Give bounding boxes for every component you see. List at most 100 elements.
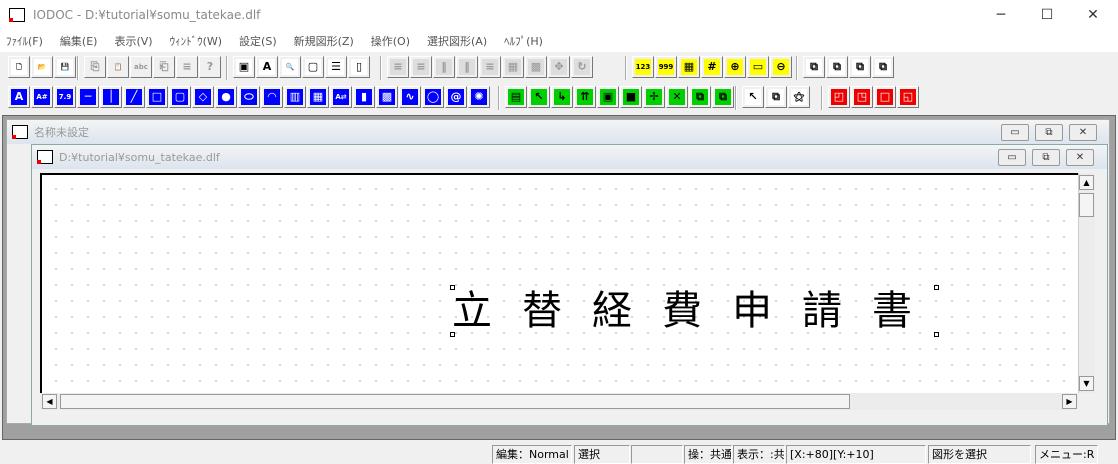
polygon-button[interactable]: ✺ <box>468 86 490 108</box>
grid-button[interactable]: # <box>701 56 723 78</box>
select-x-button[interactable]: ✕ <box>666 86 688 108</box>
digit-format-button[interactable]: 999 <box>655 56 677 78</box>
design-canvas[interactable] <box>40 173 1078 393</box>
barcode-grid-button[interactable]: ▩ <box>525 56 547 78</box>
note-window-button[interactable]: ▯ <box>348 56 370 78</box>
spell-check-button[interactable]: abc <box>130 56 152 78</box>
menu-item[interactable]: 表示(V) <box>114 33 152 49</box>
select-frame-button[interactable]: ▣ <box>597 86 619 108</box>
help-button[interactable]: ? <box>199 56 221 78</box>
copy-page-button[interactable]: ⎗ <box>153 56 175 78</box>
text-flow-button[interactable]: A⇄ <box>330 86 352 108</box>
diagonal-line-button[interactable]: ╱ <box>123 86 145 108</box>
vertical-line-button[interactable]: │ <box>100 86 122 108</box>
image-button[interactable]: ▩ <box>376 86 398 108</box>
curve-button[interactable]: ∿ <box>399 86 421 108</box>
selection-handle[interactable] <box>450 285 455 290</box>
save-button[interactable]: 💾 <box>54 56 76 78</box>
backward-red-button[interactable]: □ <box>874 86 896 108</box>
align-left-button[interactable]: ≡ <box>387 56 409 78</box>
zoom-page-button[interactable]: ▭ <box>747 56 769 78</box>
pointer-tool-button[interactable]: ↖ <box>742 86 764 108</box>
move-all-button[interactable]: ✥ <box>548 56 570 78</box>
select-move-button[interactable]: ⧉ <box>712 86 734 108</box>
menu-item[interactable]: 編集(E) <box>60 33 98 49</box>
rotate-button[interactable]: ↻ <box>571 56 593 78</box>
align-bottom-button[interactable]: ‖ <box>456 56 478 78</box>
zoom-window-button[interactable]: 🔍 <box>279 56 301 78</box>
menu-item[interactable]: 選択図形(A) <box>427 33 487 49</box>
menu-item[interactable]: 新規図形(Z) <box>294 33 354 49</box>
outer-minimize-button[interactable]: ▭ <box>1001 124 1029 141</box>
select-area-button[interactable]: ▤ <box>505 86 527 108</box>
horizontal-scroll-thumb[interactable] <box>60 394 850 409</box>
align-center-button[interactable]: ≡ <box>479 56 501 78</box>
grid-table-button[interactable]: ▦ <box>502 56 524 78</box>
align-right-button[interactable]: ≡ <box>410 56 432 78</box>
qr-code-button[interactable]: ▦ <box>307 86 329 108</box>
page-window-button[interactable]: ▢ <box>302 56 324 78</box>
number-field-button[interactable]: A# <box>31 86 53 108</box>
selection-handle[interactable] <box>450 332 455 337</box>
back-red-button[interactable]: ◱ <box>897 86 919 108</box>
menu-item[interactable]: 操作(O) <box>371 33 410 49</box>
copy-button[interactable]: ⎘ <box>84 56 106 78</box>
select-cross-button[interactable]: ✢ <box>643 86 665 108</box>
menu-item[interactable]: ｳｨﾝﾄﾞｳ(W) <box>170 33 222 49</box>
inner-restore-button[interactable]: ⧉ <box>1032 149 1060 166</box>
scroll-up-button[interactable]: ▲ <box>1079 175 1094 190</box>
rounded-rectangle-button[interactable]: ▢ <box>169 86 191 108</box>
open-folder-button[interactable]: 📂 <box>31 56 53 78</box>
insert-shape-button[interactable]: ▣ <box>233 56 255 78</box>
outer-close-button[interactable]: ✕ <box>1069 124 1097 141</box>
maximize-button[interactable]: ☐ <box>1024 0 1070 30</box>
menu-item[interactable]: ﾍﾙﾌﾟ(H) <box>504 33 543 49</box>
number-format-button[interactable]: 123 <box>632 56 654 78</box>
text-button[interactable]: A <box>8 86 30 108</box>
inner-close-button[interactable]: ✕ <box>1066 149 1094 166</box>
align-top-button[interactable]: ‖ <box>433 56 455 78</box>
scroll-left-button[interactable]: ◀ <box>42 394 57 409</box>
date-field-button[interactable]: 7.9 <box>54 86 76 108</box>
inner-minimize-button[interactable]: ▭ <box>998 149 1026 166</box>
barcode-button[interactable]: ▥ <box>284 86 306 108</box>
ungroup-button[interactable]: ⚝ <box>788 86 810 108</box>
spiral-button[interactable]: @ <box>445 86 467 108</box>
arc-shape-button[interactable]: ◠ <box>261 86 283 108</box>
document-button[interactable]: ≡ <box>176 56 198 78</box>
ellipse-button[interactable]: ⬭ <box>238 86 260 108</box>
menu-item[interactable]: ﾌｧｲﾙ(F) <box>6 33 43 49</box>
grid-dense-button[interactable]: ▦ <box>678 56 700 78</box>
select-disabled-button[interactable]: ■ <box>620 86 642 108</box>
selection-handle[interactable] <box>934 332 939 337</box>
horizontal-line-button[interactable]: ─ <box>77 86 99 108</box>
vertical-scrollbar[interactable]: ▲ ▼ <box>1078 173 1095 393</box>
select-group-button[interactable]: ⇈ <box>574 86 596 108</box>
group-button[interactable]: ⧉ <box>765 86 787 108</box>
circle-button[interactable]: ● <box>215 86 237 108</box>
form-window-button[interactable]: ☰ <box>325 56 347 78</box>
select-next-button[interactable]: ↳ <box>551 86 573 108</box>
bring-front-button[interactable]: ⧉ <box>803 56 825 78</box>
send-backward-button[interactable]: ⧉ <box>849 56 871 78</box>
close-button[interactable]: ✕ <box>1070 0 1116 30</box>
menu-item[interactable]: 設定(S) <box>239 33 277 49</box>
front-red-button[interactable]: ◰ <box>828 86 850 108</box>
diamond-button[interactable]: ◇ <box>192 86 214 108</box>
minimize-button[interactable]: ─ <box>978 0 1024 30</box>
zoom-out-button[interactable]: ⊖ <box>770 56 792 78</box>
insert-text-button[interactable]: A <box>256 56 278 78</box>
bring-forward-button[interactable]: ⧉ <box>826 56 848 78</box>
selection-handle[interactable] <box>934 285 939 290</box>
horizontal-scrollbar[interactable]: ◀ ▶ <box>40 393 1078 410</box>
document-heading[interactable]: 立替経費申請書 <box>452 287 937 335</box>
forward-red-button[interactable]: ◳ <box>851 86 873 108</box>
rectangle-button[interactable]: □ <box>146 86 168 108</box>
freeform-ellipse-button[interactable]: ◯ <box>422 86 444 108</box>
select-copy-button[interactable]: ⧉ <box>689 86 711 108</box>
select-pointer-button[interactable]: ↖ <box>528 86 550 108</box>
bar-chart-button[interactable]: ▮ <box>353 86 375 108</box>
paste-button[interactable]: 📋 <box>107 56 129 78</box>
outer-restore-button[interactable]: ⧉ <box>1035 124 1063 141</box>
scroll-right-button[interactable]: ▶ <box>1062 394 1077 409</box>
